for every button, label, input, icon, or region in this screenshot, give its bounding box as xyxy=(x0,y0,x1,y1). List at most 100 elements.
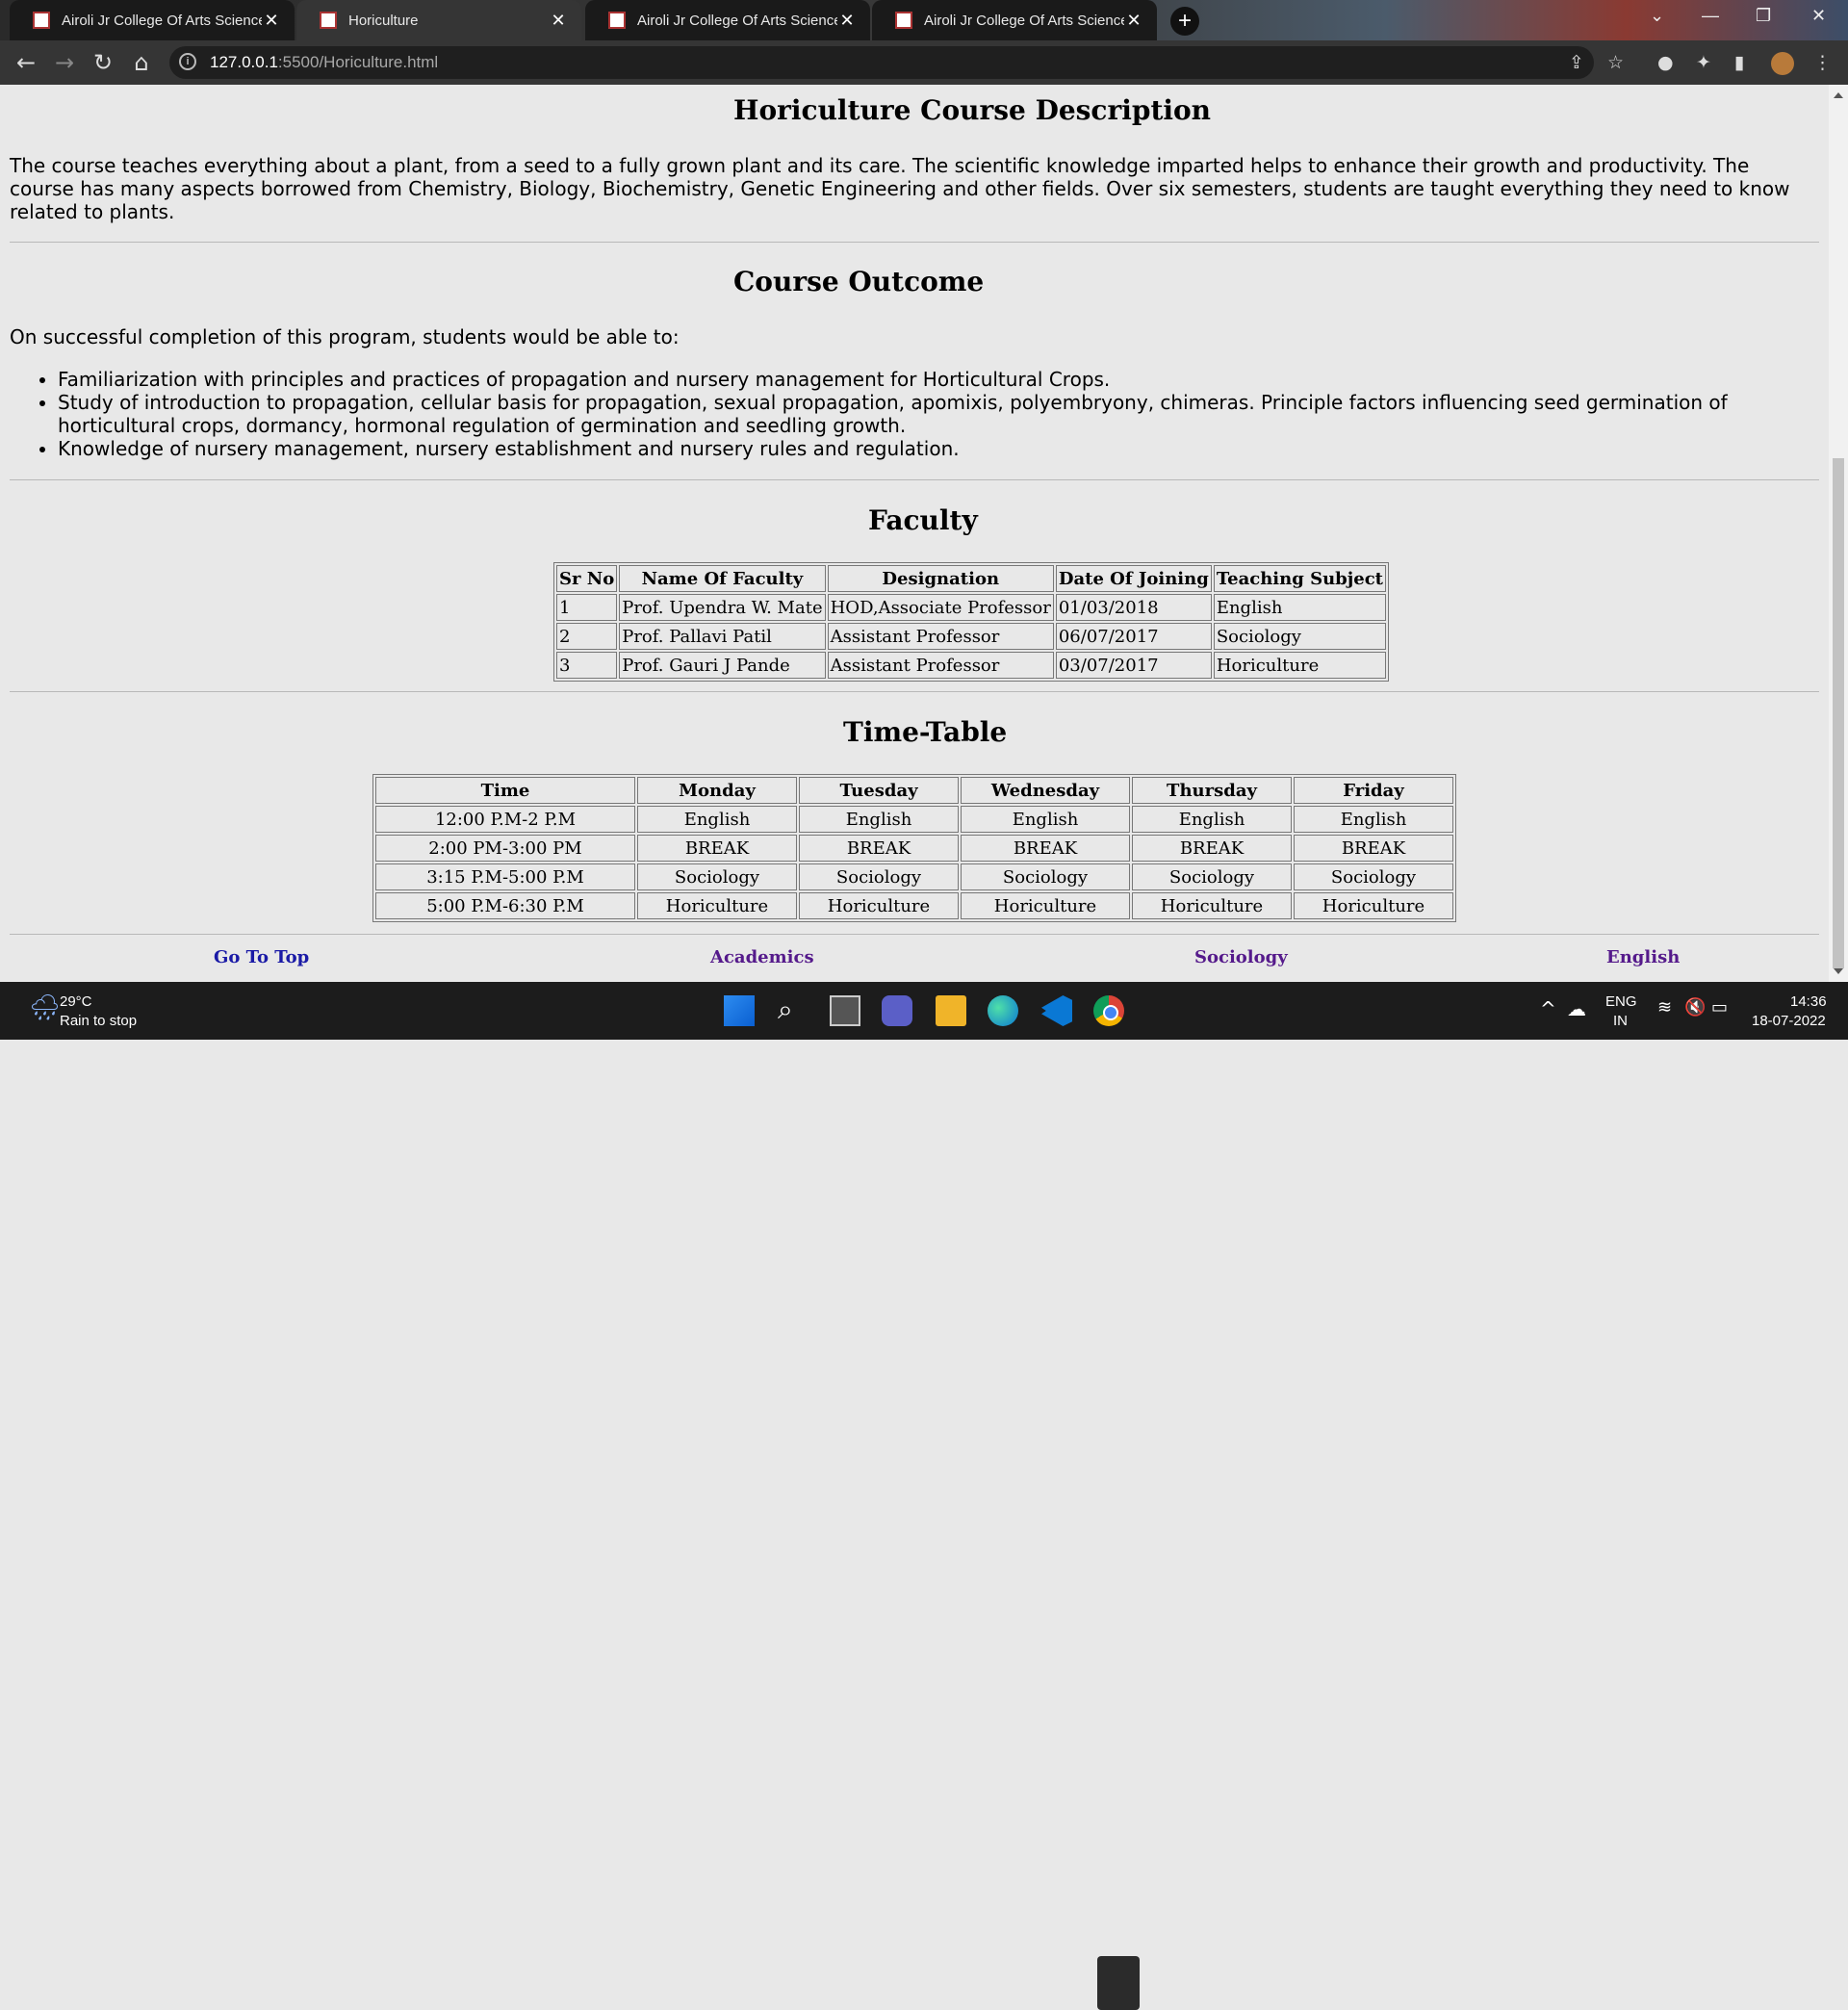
chrome-browser-icon[interactable] xyxy=(1093,995,1124,1026)
table-cell: 3 xyxy=(556,652,618,679)
page-scrollbar[interactable] xyxy=(1829,85,1848,982)
description-text: The course teaches everything about a pl… xyxy=(10,154,1790,223)
wifi-icon[interactable]: ≋ xyxy=(1657,997,1672,1018)
start-windows-icon[interactable] xyxy=(724,995,755,1026)
search-icon[interactable]: ⌕ xyxy=(778,993,793,1026)
home-icon[interactable]: ⌂ xyxy=(127,48,156,77)
page-content: Horiculture Course Description The cours… xyxy=(0,85,1829,982)
tab-title: Horiculture xyxy=(348,12,419,29)
table-row: 12:00 P.M-2 P.M English English English … xyxy=(375,806,1453,833)
table-cell: BREAK xyxy=(1294,835,1453,862)
close-window-icon[interactable]: ✕ xyxy=(1811,6,1826,26)
profile-avatar[interactable] xyxy=(1771,52,1794,75)
timetable-heading: Time-Table xyxy=(843,716,1008,748)
forward-icon[interactable]: → xyxy=(50,48,79,77)
teams-chat-icon[interactable] xyxy=(882,995,912,1026)
table-cell: Sociology xyxy=(961,863,1130,890)
column-header: Wednesday xyxy=(961,777,1130,804)
file-explorer-icon[interactable] xyxy=(936,995,966,1026)
list-item: Knowledge of nursery management, nursery… xyxy=(58,437,1810,460)
site-info-icon[interactable]: i xyxy=(179,53,196,70)
tab-title: Airoli Jr College Of Arts Science / xyxy=(924,12,1124,29)
task-view-icon[interactable] xyxy=(830,995,860,1026)
table-cell: Sociology xyxy=(1294,863,1453,890)
onedrive-cloud-icon[interactable]: ☁ xyxy=(1567,997,1586,1020)
table-cell: English xyxy=(1294,806,1453,833)
timetable-table: Time Monday Tuesday Wednesday Thursday F… xyxy=(372,774,1456,922)
tab-airoli-2[interactable]: Airoli Jr College Of Arts Science / ✕ xyxy=(585,0,870,40)
close-tab-icon[interactable]: ✕ xyxy=(262,11,281,31)
new-tab-button[interactable]: + xyxy=(1170,7,1199,36)
tab-search-icon[interactable]: ⌄ xyxy=(1650,6,1664,26)
table-cell: 12:00 P.M-2 P.M xyxy=(375,806,635,833)
clock-date[interactable]: 18-07-2022 xyxy=(1752,1013,1826,1029)
table-cell: BREAK xyxy=(799,835,959,862)
battery-icon[interactable]: ▭ xyxy=(1711,997,1728,1018)
share-icon[interactable]: ⇪ xyxy=(1569,52,1584,73)
side-panel-icon[interactable]: ▮ xyxy=(1734,52,1744,73)
bookmark-star-icon[interactable]: ☆ xyxy=(1607,52,1624,73)
windows-taskbar: 🌧 29°C Rain to stop ⌕ ^ ☁ ENG IN ≋ 🔇 ▭ 1… xyxy=(0,982,1848,2010)
table-cell: Prof. Gauri J Pande xyxy=(619,652,826,679)
clock-time[interactable]: 14:36 xyxy=(1790,993,1827,1010)
table-row: 2:00 PM-3:00 PM BREAK BREAK BREAK BREAK … xyxy=(375,835,1453,862)
table-header-row: Time Monday Tuesday Wednesday Thursday F… xyxy=(375,777,1453,804)
english-link[interactable]: English xyxy=(1606,947,1680,967)
menu-kebab-icon[interactable]: ⋮ xyxy=(1813,52,1832,73)
table-row: 1 Prof. Upendra W. Mate HOD,Associate Pr… xyxy=(556,594,1386,621)
tab-airoli-3[interactable]: Airoli Jr College Of Arts Science / ✕ xyxy=(872,0,1157,40)
table-cell: 01/03/2018 xyxy=(1055,594,1212,621)
sociology-link[interactable]: Sociology xyxy=(1194,947,1288,967)
close-tab-icon[interactable]: ✕ xyxy=(837,11,857,31)
tab-airoli-1[interactable]: Airoli Jr College Of Arts Science / ✕ xyxy=(10,0,295,40)
table-cell: 2:00 PM-3:00 PM xyxy=(375,835,635,862)
scroll-down-icon[interactable] xyxy=(1834,968,1843,974)
table-row: 3:15 P.M-5:00 P.M Sociology Sociology So… xyxy=(375,863,1453,890)
url-text: 127.0.0.1:5500/Horiculture.html xyxy=(210,53,438,72)
table-cell: Horiculture xyxy=(1132,892,1292,919)
minimize-icon[interactable]: — xyxy=(1702,6,1719,26)
close-tab-icon[interactable]: ✕ xyxy=(549,11,568,31)
table-cell: 3:15 P.M-5:00 P.M xyxy=(375,863,635,890)
volume-muted-icon[interactable]: 🔇 xyxy=(1684,997,1706,1018)
edge-browser-icon[interactable] xyxy=(988,995,1018,1026)
column-header: Name Of Faculty xyxy=(619,565,826,592)
tab-horiculture[interactable]: Horiculture ✕ xyxy=(296,0,581,40)
academics-link[interactable]: Academics xyxy=(710,947,814,967)
address-bar[interactable]: i 127.0.0.1:5500/Horiculture.html xyxy=(169,46,1594,79)
tab-title: Airoli Jr College Of Arts Science / xyxy=(62,12,262,29)
favicon-icon xyxy=(608,12,626,29)
table-cell: English xyxy=(637,806,797,833)
extension-circle-icon[interactable]: ● xyxy=(1657,52,1674,73)
faculty-table: Sr No Name Of Faculty Designation Date O… xyxy=(553,562,1389,682)
table-cell: 5:00 P.M-6:30 P.M xyxy=(375,892,635,919)
active-app-highlight xyxy=(1097,1956,1140,2010)
extensions-puzzle-icon[interactable]: ✦ xyxy=(1696,52,1711,73)
table-cell: BREAK xyxy=(961,835,1130,862)
language-indicator-2[interactable]: IN xyxy=(1613,1013,1628,1029)
table-cell: Horiculture xyxy=(799,892,959,919)
scrollbar-thumb[interactable] xyxy=(1833,458,1844,968)
browser-toolbar: ← → ↻ ⌂ i 127.0.0.1:5500/Horiculture.htm… xyxy=(0,40,1848,85)
back-icon[interactable]: ← xyxy=(12,48,40,77)
weather-temp[interactable]: 29°C xyxy=(60,993,92,1010)
language-indicator-1[interactable]: ENG xyxy=(1605,993,1637,1010)
weather-text[interactable]: Rain to stop xyxy=(60,1013,137,1029)
scroll-up-icon[interactable] xyxy=(1834,92,1843,98)
weather-icon[interactable]: 🌧 xyxy=(29,993,61,1022)
table-cell: Horiculture xyxy=(1294,892,1453,919)
table-cell: 1 xyxy=(556,594,618,621)
close-tab-icon[interactable]: ✕ xyxy=(1124,11,1143,31)
table-cell: Horiculture xyxy=(961,892,1130,919)
description-heading: Horiculture Course Description xyxy=(733,94,1212,126)
go-to-top-link[interactable]: Go To Top xyxy=(214,947,309,967)
outcome-intro: On successful completion of this program… xyxy=(10,325,680,348)
table-cell: Horiculture xyxy=(637,892,797,919)
column-header: Teaching Subject xyxy=(1213,565,1386,592)
table-cell: BREAK xyxy=(1132,835,1292,862)
column-header: Tuesday xyxy=(799,777,959,804)
vscode-icon[interactable] xyxy=(1041,995,1072,1026)
show-hidden-icons-chevron-icon[interactable]: ^ xyxy=(1540,997,1556,1020)
restore-icon[interactable]: ❐ xyxy=(1756,6,1771,26)
reload-icon[interactable]: ↻ xyxy=(89,48,117,77)
